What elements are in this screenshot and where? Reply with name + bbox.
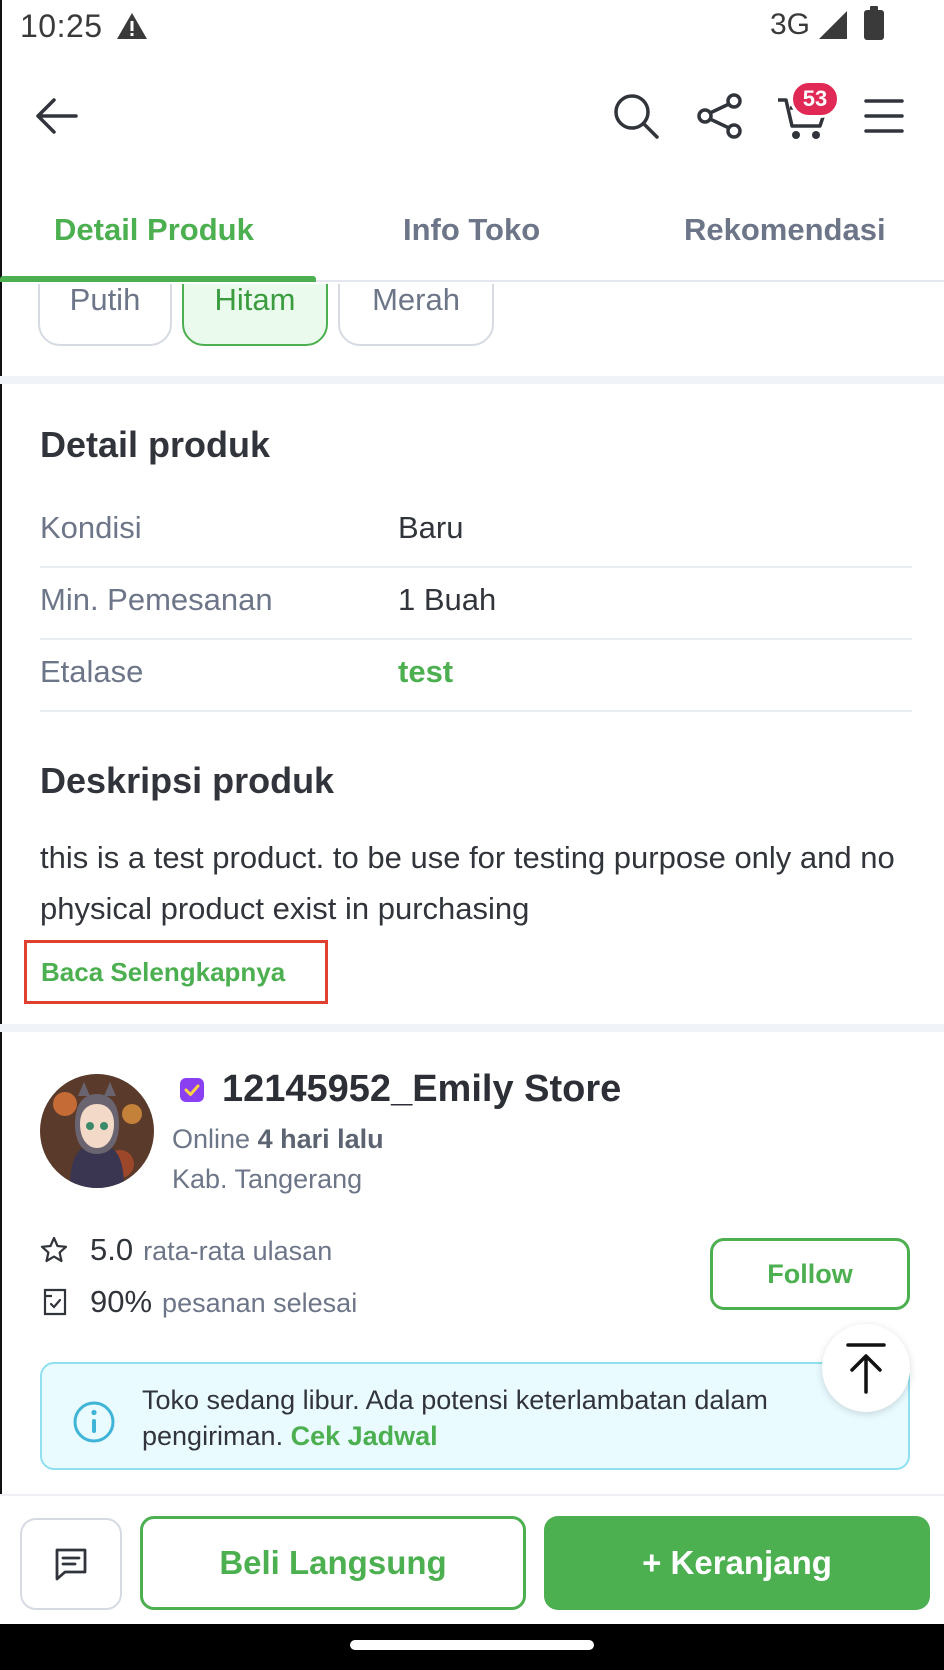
chat-button[interactable]	[20, 1518, 122, 1610]
holiday-notice: Toko sedang libur. Ada potensi keterlamb…	[40, 1362, 910, 1470]
notice-text: Toko sedang libur. Ada potensi keterlamb…	[142, 1382, 882, 1454]
rating-value: 5.0	[90, 1232, 134, 1267]
back-arrow-icon[interactable]	[32, 94, 80, 138]
buy-now-button[interactable]: Beli Langsung	[140, 1516, 526, 1610]
add-to-cart-button[interactable]: + Keranjang	[544, 1516, 930, 1610]
home-gesture-pill[interactable]	[350, 1640, 594, 1650]
system-nav-bar	[0, 1624, 944, 1670]
search-icon[interactable]	[612, 92, 660, 140]
read-more-link[interactable]: Baca Selengkapnya	[24, 940, 328, 1004]
store-online-status: Online 4 hari lalu	[172, 1124, 384, 1155]
verified-badge-icon	[180, 1078, 204, 1102]
tab-rekomendasi[interactable]: Rekomendasi	[684, 212, 886, 248]
store-avatar[interactable]	[40, 1074, 154, 1188]
tab-detail-produk[interactable]: Detail Produk	[54, 212, 254, 248]
section-divider	[0, 1024, 944, 1032]
spec-row-min-pemesanan: Min. Pemesanan 1 Buah	[40, 568, 912, 640]
spec-value: 1 Buah	[398, 582, 497, 617]
info-icon	[73, 1401, 115, 1443]
rating-label: rata-rata ulasan	[143, 1236, 333, 1266]
description-text: this is a test product. to be use for te…	[40, 840, 895, 926]
detail-section-title: Detail produk	[40, 424, 271, 465]
spec-label: Min. Pemesanan	[40, 582, 273, 617]
online-prefix: Online	[172, 1124, 251, 1154]
section-divider	[0, 376, 944, 384]
active-tab-indicator	[0, 276, 316, 282]
notice-message: Toko sedang libur. Ada potensi keterlamb…	[142, 1385, 768, 1451]
description-section-title: Deskripsi produk	[40, 760, 335, 801]
store-location: Kab. Tangerang	[172, 1164, 363, 1194]
cart-count-badge: 53	[790, 80, 840, 118]
share-icon[interactable]	[696, 92, 744, 140]
variant-chips: Putih Hitam Merah	[0, 284, 944, 376]
status-time: 10:25	[20, 8, 103, 44]
store-name[interactable]: 12145952_Emily Store	[222, 1068, 621, 1111]
tab-info-toko[interactable]: Info Toko	[403, 212, 540, 248]
status-bar: 10:25 3G	[0, 0, 944, 52]
etalase-link[interactable]: test	[398, 654, 453, 690]
spec-label: Kondisi	[40, 510, 142, 545]
cek-jadwal-link[interactable]: Cek Jadwal	[291, 1421, 438, 1451]
star-icon	[40, 1236, 68, 1263]
spec-row-etalase: Etalase test	[40, 640, 912, 712]
bottom-action-bar: Beli Langsung + Keranjang	[0, 1494, 944, 1624]
network-type: 3G	[770, 8, 811, 41]
signal-icon	[819, 11, 847, 39]
order-done-icon	[43, 1288, 67, 1316]
completion-value: 90%	[90, 1284, 153, 1319]
warning-icon	[117, 13, 147, 39]
variant-chip-merah[interactable]: Merah	[338, 284, 494, 346]
variant-chip-putih[interactable]: Putih	[38, 284, 172, 346]
follow-button[interactable]: Follow	[710, 1238, 910, 1310]
menu-icon[interactable]	[864, 98, 904, 134]
spec-value: Baru	[398, 510, 464, 545]
spec-row-kondisi: Kondisi Baru	[40, 496, 912, 568]
completion-label: pesanan selesai	[162, 1288, 358, 1318]
arrow-up-icon	[846, 1343, 886, 1394]
scroll-to-top-button[interactable]	[822, 1324, 910, 1412]
product-tabs: Detail Produk Info Toko Rekomendasi	[0, 196, 944, 282]
chat-icon	[55, 1548, 87, 1581]
variant-chip-hitam[interactable]: Hitam	[182, 284, 328, 346]
battery-icon	[864, 6, 884, 40]
spec-label: Etalase	[40, 654, 144, 689]
online-time: 4 hari lalu	[257, 1124, 384, 1154]
